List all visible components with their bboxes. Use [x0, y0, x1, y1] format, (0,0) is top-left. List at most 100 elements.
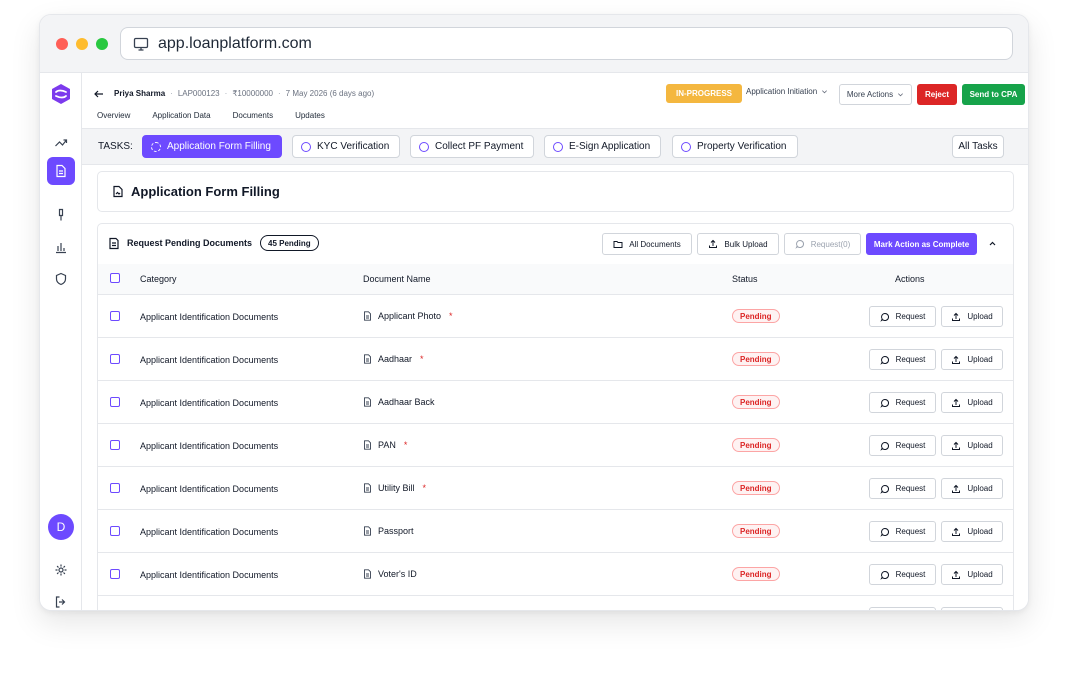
upload-document-button[interactable]: Upload	[941, 607, 1003, 610]
task-kyc-verification[interactable]: KYC Verification	[292, 135, 401, 158]
sidebar-item-applications[interactable]	[47, 157, 75, 185]
document-name: PAN	[378, 440, 396, 450]
maximize-window-button[interactable]	[96, 38, 108, 50]
back-arrow-icon[interactable]	[93, 88, 105, 100]
column-header-actions: Actions	[895, 274, 925, 284]
request-count-label: Request(0)	[810, 239, 851, 249]
task-label: KYC Verification	[317, 141, 390, 152]
message-circle-icon	[879, 355, 889, 365]
sidebar-item-reports[interactable]	[47, 233, 75, 261]
sidebar-item-analytics[interactable]	[47, 129, 75, 157]
column-header-status: Status	[732, 274, 758, 284]
status-badge: Pending	[732, 352, 780, 366]
document-name-cell: Utility Bill *	[363, 483, 426, 493]
upload-icon	[952, 355, 961, 364]
sidebar-item-tools[interactable]	[47, 201, 75, 229]
message-circle-icon	[879, 527, 889, 537]
url-text: app.loanplatform.com	[158, 34, 312, 52]
request-document-button[interactable]: Request	[869, 521, 936, 542]
request-document-button[interactable]: Request	[869, 607, 936, 610]
sidebar-item-settings[interactable]	[47, 556, 75, 584]
status-badge: Pending	[732, 610, 780, 611]
row-checkbox[interactable]	[110, 354, 120, 364]
upload-document-button[interactable]: Upload	[941, 478, 1003, 499]
upload-icon	[952, 484, 961, 493]
row-checkbox[interactable]	[110, 526, 120, 536]
logout-icon	[55, 596, 66, 608]
file-icon	[364, 397, 371, 407]
main-content: Priya Sharma · LAP000123 · ₹10000000 · 7 May 2…	[82, 73, 1028, 611]
tab-documents[interactable]: Documents	[233, 111, 273, 120]
bulk-upload-button[interactable]: Bulk Upload	[697, 233, 779, 255]
row-checkbox[interactable]	[110, 483, 120, 493]
tab-application-data[interactable]: Application Data	[152, 111, 210, 120]
all-tasks-button[interactable]: All Tasks	[952, 135, 1004, 158]
task-collect-pf-payment[interactable]: Collect PF Payment	[410, 135, 535, 158]
upload-label: Upload	[967, 355, 993, 364]
document-name: Aadhaar	[378, 354, 413, 364]
category-cell: Applicant Identification Documents	[140, 355, 279, 365]
file-icon	[364, 526, 371, 536]
request-label: Request	[895, 355, 926, 364]
mark-complete-button[interactable]: Mark Action as Complete	[866, 233, 977, 255]
table-row: Applicant Identification Documents Appli…	[98, 295, 1013, 338]
upload-document-button[interactable]: Upload	[941, 435, 1003, 456]
request-document-button[interactable]: Request	[869, 306, 936, 327]
request-label: Request	[895, 398, 926, 407]
circle-icon	[301, 141, 311, 152]
select-all-checkbox[interactable]	[110, 273, 120, 283]
circle-icon	[419, 141, 429, 152]
request-document-button[interactable]: Request	[869, 564, 936, 585]
upload-document-button[interactable]: Upload	[941, 521, 1003, 542]
row-checkbox[interactable]	[110, 569, 120, 579]
stage-dropdown[interactable]: Application Initiation	[746, 87, 828, 96]
close-window-button[interactable]	[56, 38, 68, 50]
message-circle-icon	[879, 570, 889, 580]
all-documents-button[interactable]: All Documents	[602, 233, 692, 255]
document-name-cell: Aadhaar Back	[363, 397, 443, 407]
minimize-window-button[interactable]	[76, 38, 88, 50]
monitor-icon	[133, 37, 149, 51]
address-bar[interactable]: app.loanplatform.com	[120, 27, 1013, 60]
request-label: Request	[895, 312, 926, 321]
app-logo-icon[interactable]	[50, 83, 72, 105]
upload-document-button[interactable]: Upload	[941, 392, 1003, 413]
task-property-verification[interactable]: Property Verification	[672, 135, 798, 158]
reject-button[interactable]: Reject	[917, 84, 957, 105]
task-label: E-Sign Application	[569, 141, 651, 152]
task-e-sign-application[interactable]: E-Sign Application	[544, 135, 662, 158]
request-document-button[interactable]: Request	[869, 349, 936, 370]
upload-label: Upload	[967, 312, 993, 321]
upload-label: Upload	[967, 527, 993, 536]
more-actions-dropdown[interactable]: More Actions	[839, 84, 912, 105]
row-checkbox[interactable]	[110, 311, 120, 321]
upload-document-button[interactable]: Upload	[941, 349, 1003, 370]
pending-documents-card: Request Pending Documents 45 Pending All…	[97, 223, 1014, 611]
tab-updates[interactable]: Updates	[295, 111, 325, 120]
loan-amount: ₹10000000	[232, 89, 273, 98]
avatar[interactable]: D	[48, 514, 74, 540]
task-application-form-filling[interactable]: Application Form Filling	[142, 135, 282, 158]
sidebar-item-logout[interactable]	[47, 588, 75, 610]
document-list-icon	[109, 237, 119, 250]
status-badge: Pending	[732, 567, 780, 581]
send-to-cpa-button[interactable]: Send to CPA	[962, 84, 1025, 105]
tab-overview[interactable]: Overview	[97, 111, 130, 120]
required-marker: *	[449, 311, 453, 321]
request-button[interactable]: Request(0)	[784, 233, 861, 255]
row-checkbox[interactable]	[110, 397, 120, 407]
upload-document-button[interactable]: Upload	[941, 306, 1003, 327]
upload-icon	[952, 312, 961, 321]
request-document-button[interactable]: Request	[869, 478, 936, 499]
document-name-cell: Passport	[363, 526, 422, 536]
page-title: Application Form Filling	[131, 184, 280, 199]
message-circle-icon	[879, 484, 889, 494]
row-checkbox[interactable]	[110, 440, 120, 450]
request-document-button[interactable]: Request	[869, 435, 936, 456]
sidebar-item-security[interactable]	[47, 265, 75, 293]
section-card: Application Form Filling	[97, 171, 1014, 212]
status-badge: Pending	[732, 438, 780, 452]
upload-document-button[interactable]: Upload	[941, 564, 1003, 585]
request-document-button[interactable]: Request	[869, 392, 936, 413]
chevron-up-icon[interactable]	[988, 239, 997, 248]
